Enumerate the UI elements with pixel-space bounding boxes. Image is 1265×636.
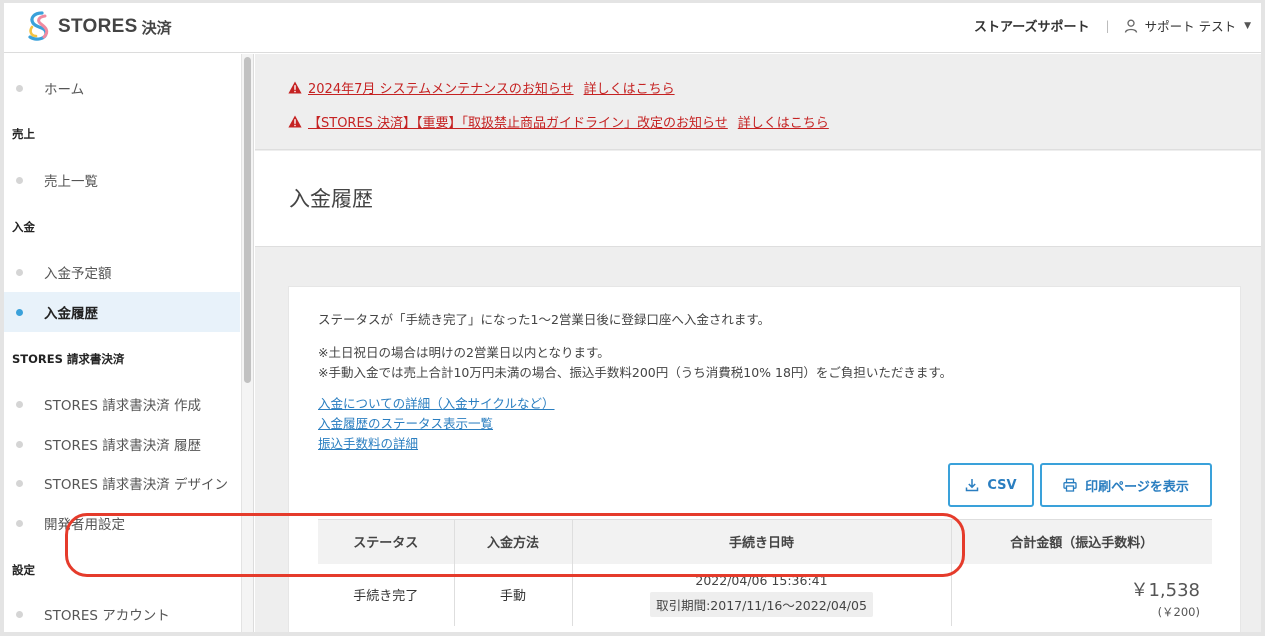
stores-logo[interactable]: STORES 決済 — [24, 9, 172, 45]
column-header-amount: 合計金額（振込手数料） — [951, 519, 1212, 564]
title-bar: 入金履歴 — [255, 151, 1261, 247]
cell-status: 手続き完了 — [318, 563, 455, 626]
deposit-history-card: ステータスが「手続き完了」になった1〜2営業日後に登録口座へ入金されます。 ※土… — [288, 286, 1241, 632]
deposit-detail-link[interactable]: 入金についての詳細（入金サイクルなど） — [318, 393, 555, 412]
caret-down-icon[interactable]: ▼ — [1244, 21, 1251, 31]
bullet-icon — [16, 268, 23, 276]
download-icon — [966, 479, 979, 492]
bullet-icon — [16, 400, 23, 408]
sidebar-item-invoice-create[interactable]: STORES 請求書決済 作成 — [4, 384, 240, 424]
column-header-method: 入金方法 — [454, 519, 573, 564]
column-header-status: ステータス — [318, 519, 455, 564]
sidebar-item-sales-list[interactable]: 売上一覧 — [4, 160, 240, 200]
sidebar-heading-settings: 設定 — [12, 563, 35, 577]
transfer-fee-link[interactable]: 振込手数料の詳細 — [318, 433, 418, 452]
logo-subtext: 決済 — [141, 18, 172, 37]
total-amount: ￥1,538 — [1130, 579, 1200, 601]
description-note: ※土日祝日の場合は明けの2営業日以内となります。 — [318, 345, 610, 360]
sidebar-heading-sales: 売上 — [12, 127, 35, 141]
cell-method: 手動 — [454, 563, 573, 626]
deposit-history-table: ステータス 入金方法 手続き日時 合計金額（振込手数料） 手続き完了 手動 20… — [318, 519, 1212, 626]
table-header-row: ステータス 入金方法 手続き日時 合計金額（振込手数料） — [318, 519, 1212, 564]
notice-link[interactable]: 【STORES 決済】【重要】「取扱禁止商品ガイドライン」改定のお知らせ — [308, 112, 728, 131]
sidebar-item-label: ホーム — [44, 82, 85, 98]
sidebar-item-invoice-design[interactable]: STORES 請求書決済 デザイン — [4, 463, 240, 503]
sidebar-item-deposit-history[interactable]: 入金履歴 — [4, 292, 240, 332]
main-content: 2024年7月 システムメンテナンスのお知らせ 詳しくはこちら 【STORES … — [255, 54, 1261, 632]
notice-link[interactable]: 2024年7月 システムメンテナンスのお知らせ — [308, 78, 574, 97]
description-note: ※手動入金では売上合計10万円未満の場合、振込手数料200円（うち消費税10% … — [318, 365, 953, 380]
bullet-icon — [16, 440, 23, 448]
warning-icon — [288, 115, 302, 128]
sidebar: ホーム 売上 売上一覧 入金 入金予定額 入金履歴 STORES 請求書決済 S… — [4, 54, 254, 632]
status-list-link[interactable]: 入金履歴のステータス表示一覧 — [318, 413, 493, 432]
sidebar-item-developer-settings[interactable]: 開発者用設定 — [4, 503, 240, 543]
app-window: STORES 決済 ストアーズサポート | サポート テスト ▼ ホーム 売上 … — [0, 0, 1265, 636]
notice-guideline: 【STORES 決済】【重要】「取扱禁止商品ガイドライン」改定のお知らせ 詳しく… — [288, 112, 829, 131]
bullet-icon — [16, 610, 23, 618]
header-separator: | — [1105, 18, 1110, 33]
sidebar-item-label: 入金履歴 — [44, 306, 98, 322]
header-right: ストアーズサポート | サポート テスト ▼ — [974, 16, 1251, 36]
scrollbar-thumb[interactable] — [244, 57, 251, 383]
notice-more-link[interactable]: 詳しくはこちら — [584, 78, 675, 97]
description-text: ステータスが「手続き完了」になった1〜2営業日後に登録口座へ入金されます。 — [318, 312, 771, 327]
sidebar-item-invoice-history[interactable]: STORES 請求書決済 履歴 — [4, 424, 240, 464]
sidebar-item-label: 入金予定額 — [44, 266, 112, 282]
support-link[interactable]: ストアーズサポート — [974, 16, 1090, 35]
sidebar-item-stores-account[interactable]: STORES アカウント — [4, 594, 240, 632]
logo-text: STORES — [58, 16, 138, 37]
user-menu[interactable]: サポート テスト — [1145, 16, 1236, 35]
column-header-datetime: 手続き日時 — [572, 519, 952, 564]
top-header: STORES 決済 ストアーズサポート | サポート テスト ▼ — [4, 3, 1261, 53]
user-icon — [1124, 19, 1137, 33]
csv-button[interactable]: CSV — [948, 463, 1034, 507]
bullet-icon — [16, 479, 23, 487]
stores-logo-icon — [28, 11, 49, 41]
sidebar-item-label: 売上一覧 — [44, 174, 98, 190]
sidebar-item-deposit-schedule[interactable]: 入金予定額 — [4, 252, 240, 292]
cell-amount: ￥1,538 (￥200) — [951, 564, 1212, 626]
sidebar-item-label: 開発者用設定 — [44, 517, 125, 533]
notice-more-link[interactable]: 詳しくはこちら — [738, 112, 829, 131]
procedure-datetime: 2022/04/06 15:36:41 — [695, 572, 828, 588]
sidebar-item-label: STORES アカウント — [44, 608, 170, 624]
sidebar-heading-invoice: STORES 請求書決済 — [12, 352, 125, 366]
warning-icon — [288, 81, 302, 94]
sidebar-item-home[interactable]: ホーム — [4, 68, 240, 108]
cell-datetime: 2022/04/06 15:36:41 取引期間:2017/11/16〜2022… — [572, 563, 952, 626]
page-title: 入金履歴 — [289, 187, 373, 211]
print-page-button[interactable]: 印刷ページを表示 — [1040, 463, 1212, 507]
bullet-icon — [16, 84, 23, 92]
sidebar-item-label: STORES 請求書決済 履歴 — [44, 438, 202, 454]
print-button-label: 印刷ページを表示 — [1085, 479, 1189, 495]
transaction-period-badge: 取引期間:2017/11/16〜2022/04/05 — [650, 591, 873, 617]
notice-area: 2024年7月 システムメンテナンスのお知らせ 詳しくはこちら 【STORES … — [255, 54, 1261, 150]
bullet-icon — [16, 308, 23, 316]
notice-maintenance: 2024年7月 システムメンテナンスのお知らせ 詳しくはこちら — [288, 78, 675, 97]
bullet-icon — [16, 176, 23, 184]
csv-button-label: CSV — [987, 477, 1017, 493]
sidebar-item-label: STORES 請求書決済 デザイン — [44, 477, 229, 493]
sidebar-heading-deposit: 入金 — [12, 220, 35, 234]
printer-icon — [1063, 478, 1077, 492]
table-row[interactable]: 手続き完了 手動 2022/04/06 15:36:41 取引期間:2017/1… — [318, 563, 1212, 626]
sidebar-scrollbar[interactable] — [241, 54, 253, 632]
sidebar-item-label: STORES 請求書決済 作成 — [44, 398, 202, 414]
bullet-icon — [16, 519, 23, 527]
transfer-fee: (￥200) — [1157, 604, 1200, 619]
